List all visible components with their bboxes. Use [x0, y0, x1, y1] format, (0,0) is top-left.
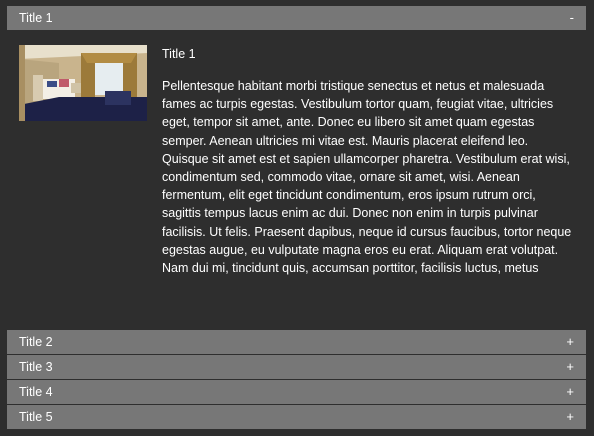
expand-icon[interactable]: +	[566, 405, 574, 429]
accordion-header-label: Title 1	[19, 11, 53, 25]
accordion-header-label: Title 2	[19, 335, 53, 349]
accordion-panel-title-1: Title 1 Pellentesque habitant morbi tris…	[7, 31, 586, 320]
accordion-header-title-4[interactable]: Title 4 +	[7, 380, 586, 404]
accordion: Title 1 - Title 1 Pellentesque habitant …	[0, 0, 594, 436]
expand-icon[interactable]: +	[566, 355, 574, 379]
panel-body-text: Pellentesque habitant morbi tristique se…	[162, 79, 572, 276]
accordion-header-title-3[interactable]: Title 3 +	[7, 355, 586, 379]
accordion-header-label: Title 4	[19, 385, 53, 399]
expand-icon[interactable]: +	[566, 330, 574, 354]
panel-title: Title 1	[162, 47, 196, 61]
expand-icon[interactable]: +	[566, 380, 574, 404]
hotel-room-image	[19, 45, 147, 121]
accordion-header-title-1[interactable]: Title 1 -	[7, 6, 586, 30]
accordion-header-title-2[interactable]: Title 2 +	[7, 330, 586, 354]
collapse-icon[interactable]: -	[570, 6, 574, 30]
accordion-header-label: Title 3	[19, 360, 53, 374]
accordion-header-label: Title 5	[19, 410, 53, 424]
accordion-header-title-5[interactable]: Title 5 +	[7, 405, 586, 429]
